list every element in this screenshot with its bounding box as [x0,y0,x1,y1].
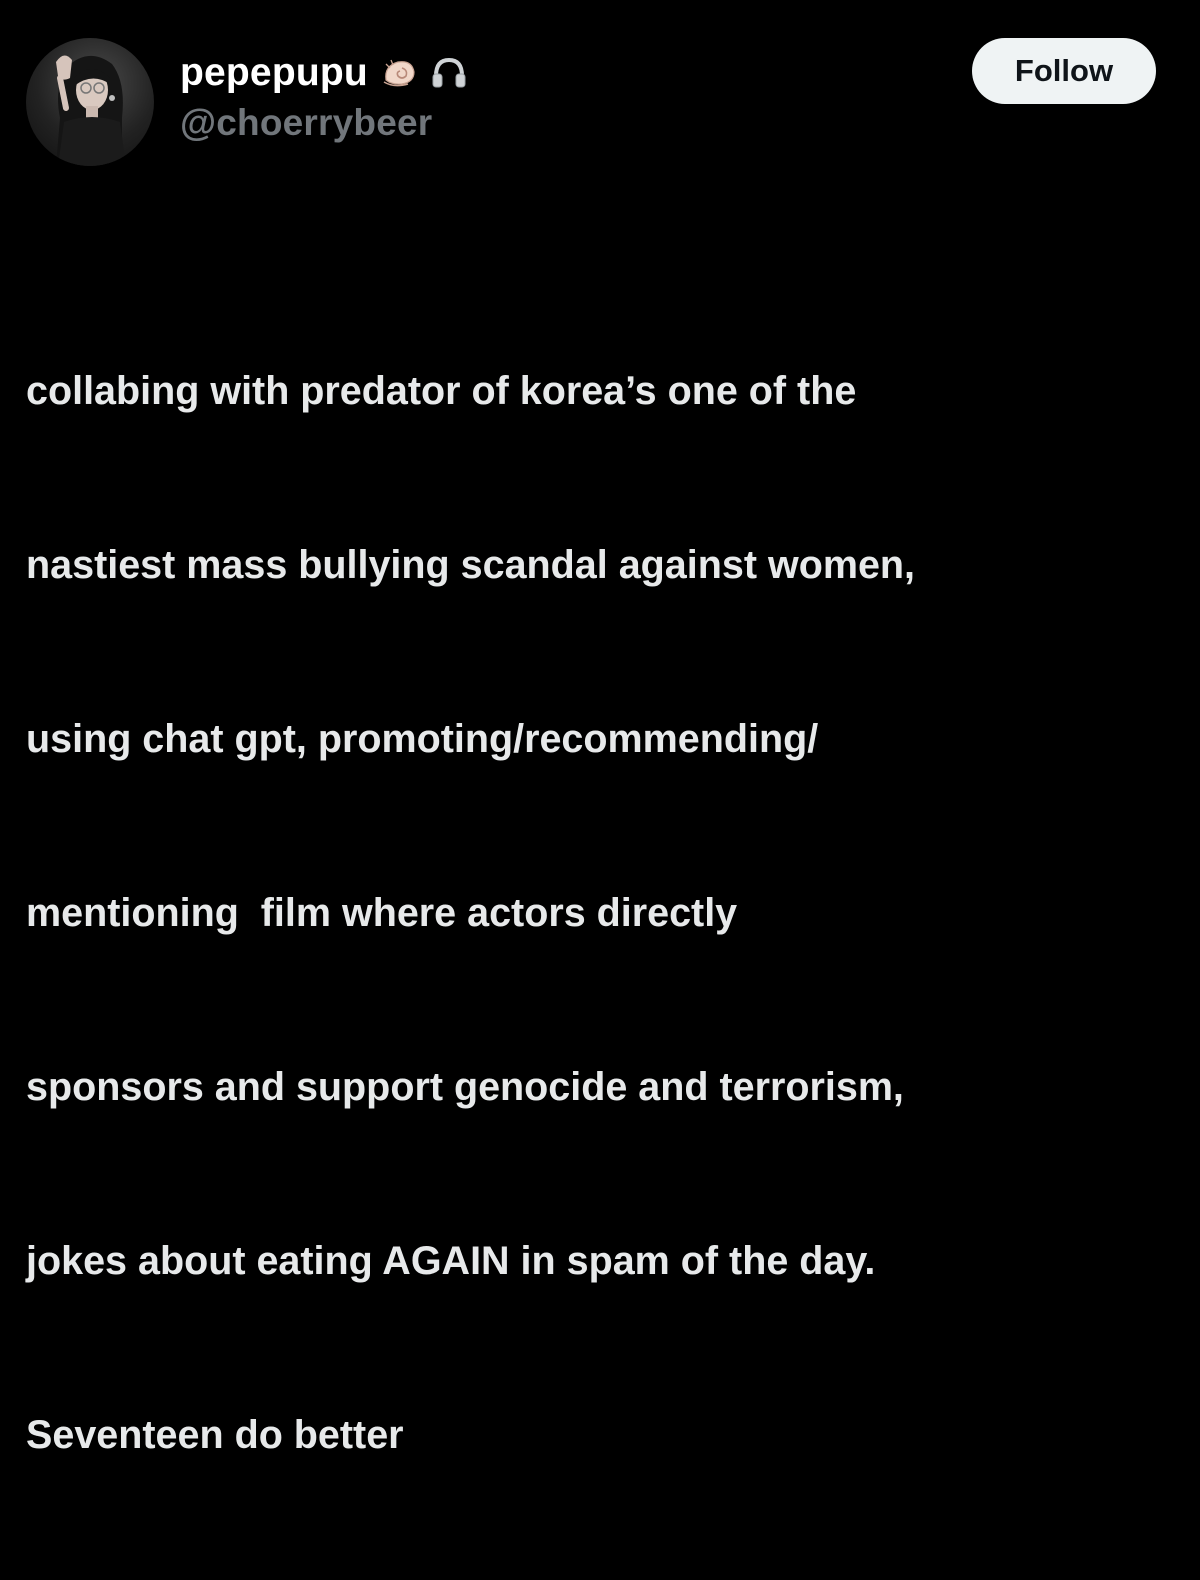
tweet-header: pepepupu @choerrybeer Follow [26,34,1156,168]
tweet-card: pepepupu @choerrybeer Follow collabing w… [0,0,1200,1457]
display-name[interactable]: pepepupu [180,51,368,95]
user-names: pepepupu @choerrybeer [180,46,468,144]
tweet-text-line: Seventeen do better [26,1413,404,1457]
tweet-text-line: using chat gpt, promoting/recommending/ [26,717,819,761]
headphones-icon [430,54,468,92]
tweet-text-line: mentioning film where actors directly [26,891,738,935]
tweet-text: collabing with predator of korea’s one o… [26,246,1176,1580]
tweet-text-line: sponsors and support genocide and terror… [26,1065,904,1109]
tweet-text-line: jokes about eating AGAIN in spam of the … [26,1239,876,1283]
tweet-text-line: collabing with predator of korea’s one o… [26,369,857,413]
follow-button[interactable]: Follow [972,38,1156,104]
spiral-shell-icon [380,54,418,92]
avatar-photo [56,55,126,166]
tweet-text-line: nastiest mass bullying scandal against w… [26,543,916,587]
display-name-row: pepepupu [180,46,468,100]
avatar[interactable] [26,38,154,166]
user-handle[interactable]: @choerrybeer [180,102,468,144]
